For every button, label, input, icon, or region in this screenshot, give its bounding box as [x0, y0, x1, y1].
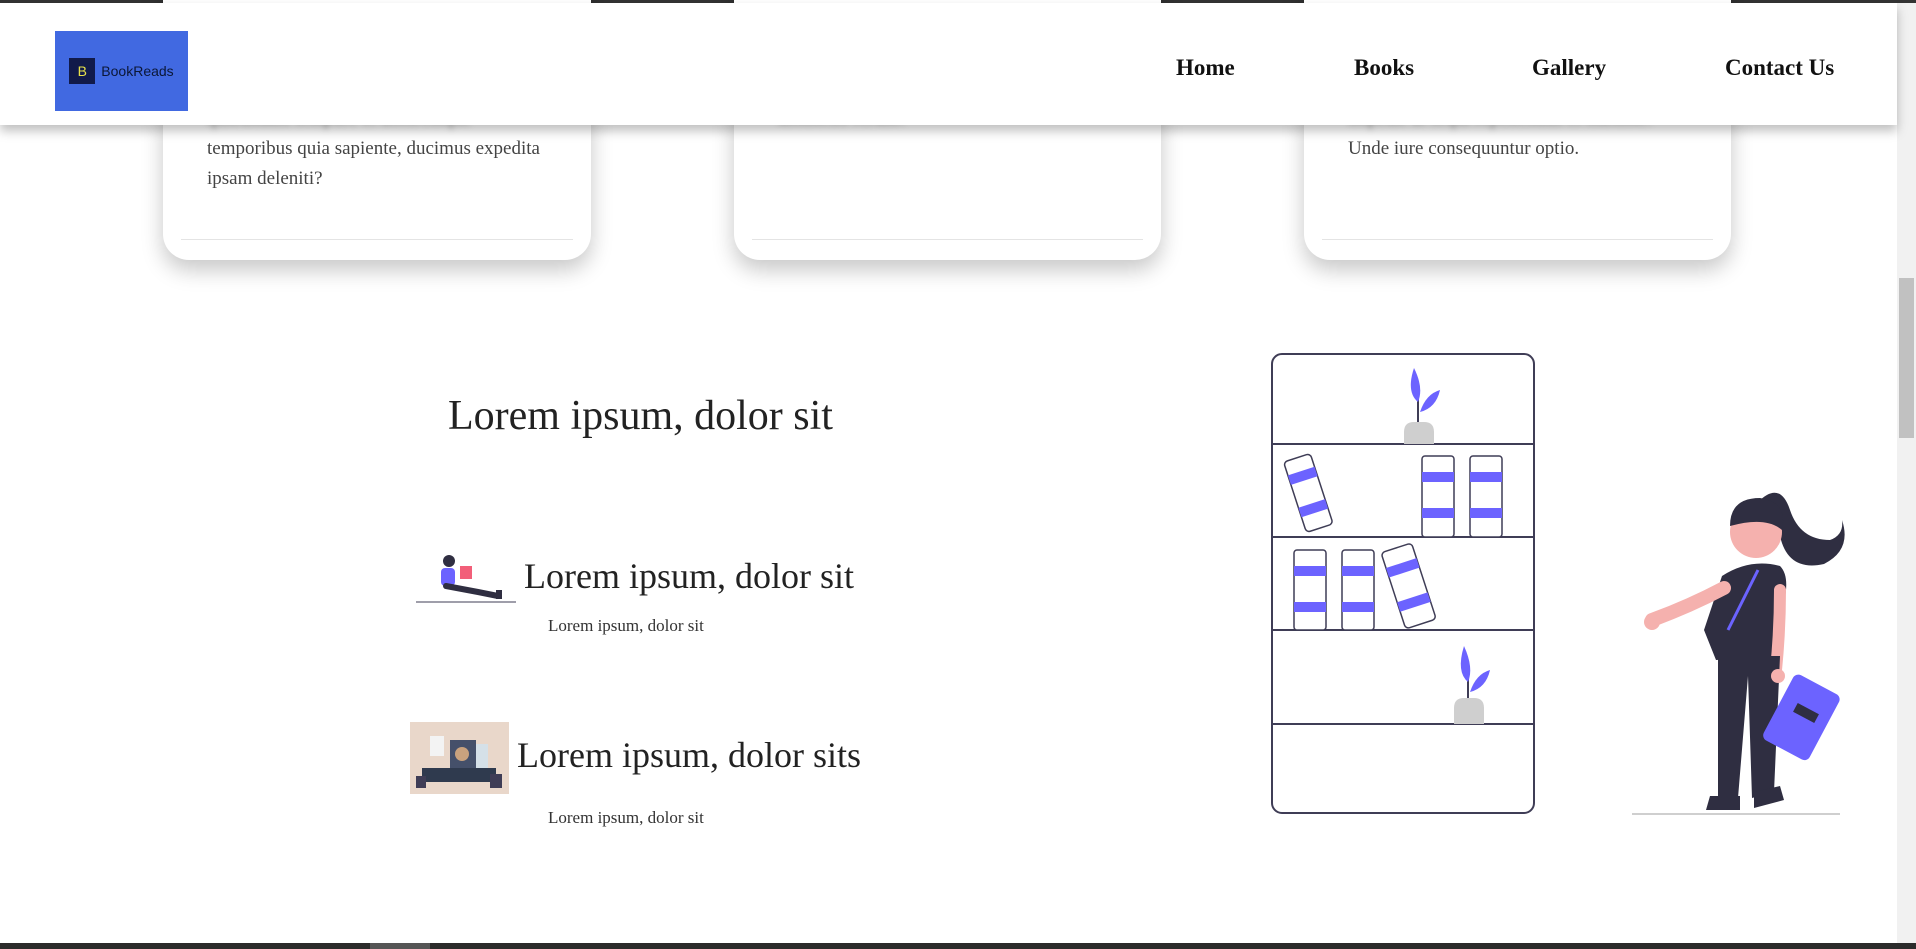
card-1-text: temporibus quia sapiente, ducimus expedi… — [207, 138, 540, 189]
card-3-divider — [1322, 239, 1713, 240]
logo-mark: B — [69, 58, 96, 84]
card-3-text: Unde iure consequuntur optio. — [1348, 138, 1580, 159]
feature-1-subtitle: Lorem ipsum, dolor sit — [548, 616, 704, 635]
site-logo[interactable]: B BookReads — [55, 31, 188, 111]
library-scene-image — [410, 722, 509, 794]
nav-books[interactable]: Books — [1354, 55, 1414, 81]
horizontal-scrollbar[interactable] — [0, 943, 1916, 949]
section-title: Lorem ipsum, dolor sit — [448, 393, 833, 439]
reading-person-image — [416, 555, 516, 603]
feature-2-subtitle: Lorem ipsum, dolor sit — [548, 808, 704, 827]
bookshelf-illustration — [1271, 353, 1535, 814]
site-header: B BookReads Home Books Gallery Contact U… — [0, 3, 1897, 125]
feature-1-title: Lorem ipsum, dolor sit — [524, 556, 854, 596]
nav-home[interactable]: Home — [1176, 55, 1235, 81]
card-1-divider — [181, 239, 573, 240]
nav-contact-us[interactable]: Contact Us — [1725, 55, 1834, 81]
feature-2-title: Lorem ipsum, dolor sits — [517, 735, 861, 775]
vertical-scrollbar[interactable] — [1897, 3, 1916, 943]
nav-gallery[interactable]: Gallery — [1532, 55, 1606, 81]
card-2-divider — [752, 239, 1143, 240]
horizontal-scrollbar-thumb[interactable] — [370, 943, 430, 949]
logo-text: BookReads — [101, 63, 174, 79]
woman-with-book-illustration — [1632, 492, 1845, 815]
vertical-scrollbar-thumb[interactable] — [1899, 278, 1914, 438]
